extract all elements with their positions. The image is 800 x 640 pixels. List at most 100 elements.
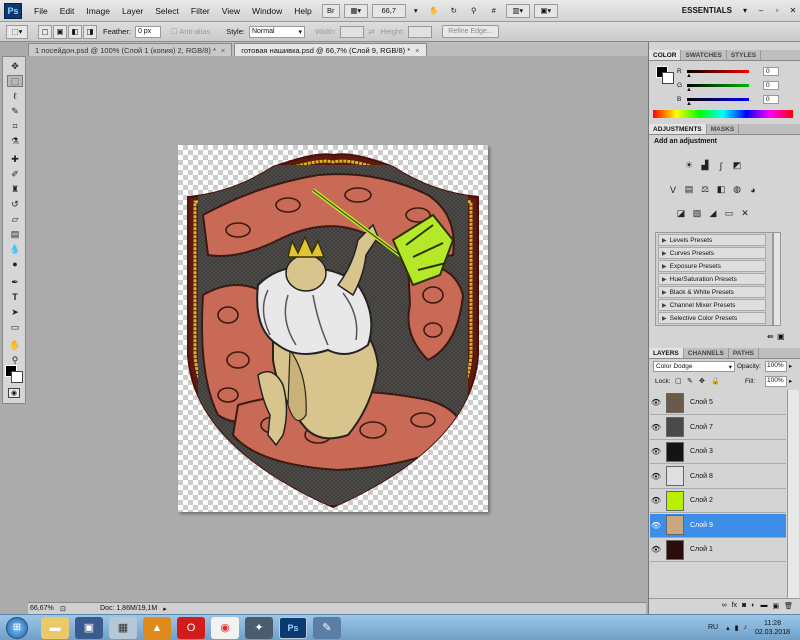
zoom-status[interactable]: 66,67% xyxy=(30,605,60,612)
layer-row[interactable]: 👁 Слой 7 xyxy=(650,415,786,440)
antialias-checkbox[interactable]: ☐ Anti-alias xyxy=(171,27,210,36)
opacity-dropdown-icon[interactable]: ▸ xyxy=(789,362,792,370)
fill-input[interactable]: 100% xyxy=(765,376,787,387)
gradient-tool-icon[interactable]: ▤ xyxy=(7,228,23,240)
calculator-icon[interactable]: ▦ xyxy=(109,616,137,639)
view-extras-icon[interactable]: ▦▾ xyxy=(343,3,368,18)
adjustment-layer-icon[interactable]: ◐ xyxy=(751,602,755,609)
menu-view[interactable]: View xyxy=(216,6,246,16)
layer-style-icon[interactable]: fx xyxy=(732,602,737,609)
menu-layer[interactable]: Layer xyxy=(116,6,149,16)
lock-move-icon[interactable]: ✥ xyxy=(699,377,705,385)
close-icon[interactable]: × xyxy=(221,46,225,55)
posterize-icon[interactable]: ▨ xyxy=(691,208,703,219)
hand-tool-icon[interactable]: ✋ xyxy=(7,339,23,351)
width-input[interactable] xyxy=(340,25,365,38)
crop-tool-icon[interactable]: ⌗ xyxy=(7,120,23,132)
invert-icon[interactable]: ◪ xyxy=(675,208,687,219)
expand-triangle-icon[interactable]: ▶ xyxy=(662,250,667,257)
vibrance-icon[interactable]: V xyxy=(667,184,679,195)
rectangle-tool-icon[interactable]: ▭ xyxy=(7,321,23,333)
menu-help[interactable]: Help xyxy=(288,6,317,16)
tab-channels[interactable]: CHANNELS xyxy=(684,348,729,358)
lock-transparent-icon[interactable]: ▢ xyxy=(675,377,682,385)
rotate-view-icon[interactable]: ↻ xyxy=(446,4,462,18)
expand-triangle-icon[interactable]: ▶ xyxy=(662,276,667,283)
black-white-icon[interactable]: ◧ xyxy=(715,184,727,195)
visibility-eye-icon[interactable]: 👁 xyxy=(650,447,662,456)
g-input[interactable]: 0 xyxy=(763,80,779,90)
layer-row[interactable]: 👁 Слой 3 xyxy=(650,440,786,464)
slider-caret-icon[interactable]: ▲ xyxy=(686,101,692,107)
layer-name[interactable]: Слой 1 xyxy=(690,546,713,553)
selective-color-icon[interactable]: ✕ xyxy=(739,208,751,219)
tab-styles[interactable]: STYLES xyxy=(727,50,762,60)
menu-window[interactable]: Window xyxy=(246,6,288,16)
expand-triangle-icon[interactable]: ▶ xyxy=(662,302,667,309)
document-canvas[interactable] xyxy=(178,145,488,512)
r-track[interactable] xyxy=(687,69,749,73)
r-input[interactable]: 0 xyxy=(763,66,779,76)
tab-patch[interactable]: готовая нашивка.psd @ 66,7% (Слой 9, RGB… xyxy=(234,43,427,56)
expand-triangle-icon[interactable]: ▶ xyxy=(662,315,667,322)
status-menu-icon[interactable]: ▸ xyxy=(163,605,167,613)
history-brush-tool-icon[interactable]: ↺ xyxy=(7,198,23,210)
preset-item[interactable]: ▶ Hue/Saturation Presets xyxy=(658,273,766,285)
expand-triangle-icon[interactable]: ▶ xyxy=(662,289,667,296)
tab-paths[interactable]: PATHS xyxy=(729,348,759,358)
feather-input[interactable]: 0 px xyxy=(134,25,161,38)
type-tool-icon[interactable]: T xyxy=(7,291,23,303)
hand-icon[interactable]: ✋ xyxy=(426,4,442,18)
eyedropper-tool-icon[interactable]: ⚗ xyxy=(7,135,23,147)
b-input[interactable]: 0 xyxy=(763,94,779,104)
preset-item[interactable]: ▶ Curves Presets xyxy=(658,247,766,259)
eraser-tool-icon[interactable]: ▱ xyxy=(7,213,23,225)
tab-adjustments[interactable]: ADJUSTMENTS xyxy=(649,124,707,134)
game-icon[interactable]: ✦ xyxy=(245,616,273,639)
paint-icon[interactable]: ✎ xyxy=(313,616,341,639)
preset-item[interactable]: ▶ Exposure Presets xyxy=(658,260,766,272)
layer-row[interactable]: 👁 Слой 2 xyxy=(650,489,786,513)
presets-scrollbar[interactable] xyxy=(773,232,781,326)
marquee-preset-icon[interactable]: ⬚▾ xyxy=(6,24,28,39)
layer-name[interactable]: Слой 2 xyxy=(690,497,713,504)
layer-name[interactable]: Слой 3 xyxy=(690,448,713,455)
b-track[interactable] xyxy=(687,97,749,101)
workspace-switcher[interactable]: ESSENTIALS xyxy=(678,6,736,15)
bridge-icon[interactable]: Br xyxy=(321,3,340,18)
new-selection-icon[interactable]: ▢ xyxy=(38,24,52,39)
quick-selection-tool-icon[interactable]: ✎ xyxy=(7,105,23,117)
opera-icon[interactable]: O xyxy=(177,616,205,639)
visibility-eye-icon[interactable]: 👁 xyxy=(650,472,662,481)
b-slider[interactable]: B 0 xyxy=(677,94,799,104)
layer-thumbnail[interactable] xyxy=(666,466,684,486)
brightness-icon[interactable]: ☀ xyxy=(683,160,695,171)
link-layers-icon[interactable]: ∞ xyxy=(722,602,727,609)
language-indicator[interactable]: RU xyxy=(708,624,718,631)
visibility-eye-icon[interactable]: 👁 xyxy=(650,423,662,432)
start-button[interactable]: ⊞ xyxy=(6,616,28,639)
g-track[interactable] xyxy=(687,83,749,87)
tab-poseidon[interactable]: 1 посейдон.psd @ 100% (Слой 1 (копия) 2,… xyxy=(28,43,233,56)
subtract-selection-icon[interactable]: ◧ xyxy=(68,24,82,39)
layer-name[interactable]: Слой 5 xyxy=(690,399,713,406)
expand-triangle-icon[interactable]: ▶ xyxy=(662,263,667,270)
layer-thumbnail[interactable] xyxy=(666,539,684,560)
menu-file[interactable]: File xyxy=(28,6,54,16)
pen-tool-icon[interactable]: ✒ xyxy=(7,276,23,288)
new-layer-icon[interactable]: ▣ xyxy=(772,602,779,610)
menu-image[interactable]: Image xyxy=(80,6,116,16)
preset-item[interactable]: ▶ Selective Color Presets xyxy=(658,312,766,324)
layer-thumbnail[interactable] xyxy=(666,392,684,413)
tab-color[interactable]: COLOR xyxy=(649,50,682,60)
slider-caret-icon[interactable]: ▲ xyxy=(686,73,692,79)
preset-item[interactable]: ▶ Channel Mixer Presets xyxy=(658,299,766,311)
brush-tool-icon[interactable]: ✐ xyxy=(7,168,23,180)
opacity-input[interactable]: 100% xyxy=(765,361,787,372)
channel-mixer-icon[interactable]: ◕ xyxy=(747,184,759,195)
curves-icon[interactable]: ∫ xyxy=(715,160,727,171)
r-slider[interactable]: R 0 xyxy=(677,66,799,76)
layer-mask-icon[interactable]: ◙ xyxy=(742,602,746,609)
layer-name[interactable]: Слой 9 xyxy=(690,522,713,529)
visibility-eye-icon[interactable]: 👁 xyxy=(650,496,662,505)
